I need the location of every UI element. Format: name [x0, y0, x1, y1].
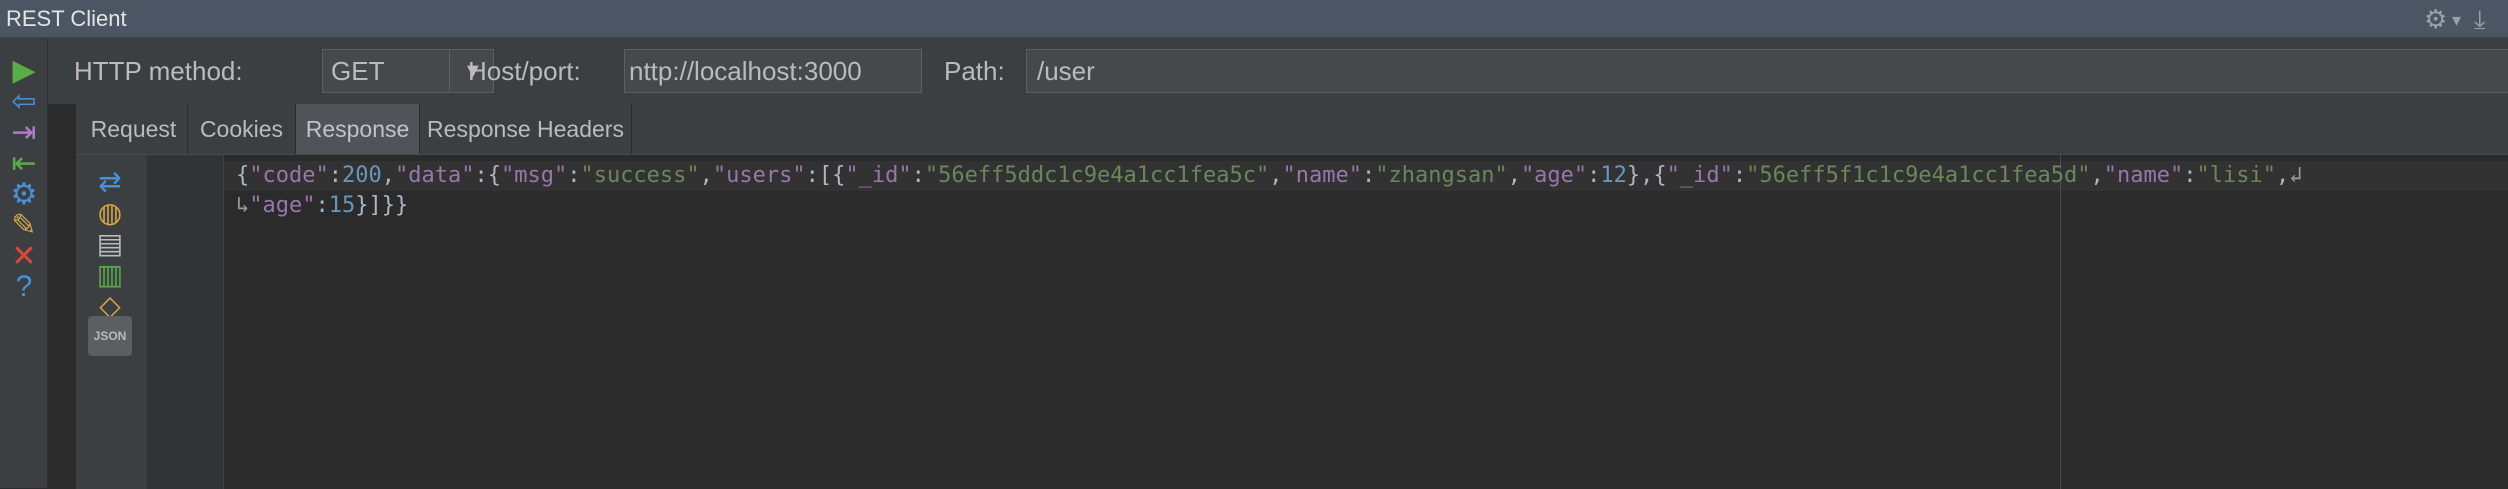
- gear-icon[interactable]: ⚙: [2424, 4, 2447, 35]
- json-token: ,: [1507, 163, 1521, 188]
- json-token: ,: [1269, 163, 1283, 188]
- json-token: ,: [2276, 163, 2290, 188]
- json-token: :: [1732, 163, 1747, 188]
- json-token: "code": [249, 163, 329, 188]
- json-token: "success": [580, 163, 700, 188]
- left-toolbar: ▶ ⇦ ⇥ ⇤ ⚙ ✎ ✕?: [0, 38, 48, 488]
- json-token: 15: [328, 193, 356, 218]
- json-token: 200: [341, 163, 382, 188]
- json-token: :[{: [805, 163, 846, 188]
- json-token: "56eff5ddc1c9e4a1cc1fea5c": [924, 163, 1270, 188]
- json-token: {: [236, 163, 250, 188]
- path-value: /user: [1037, 56, 1095, 86]
- json-token: :: [2183, 163, 2197, 188]
- tab-label: Response Headers: [427, 115, 624, 142]
- json-token: "age": [249, 193, 316, 218]
- json-token: "lisi": [2196, 163, 2276, 188]
- http-method-value: GET: [331, 56, 385, 86]
- json-token: ↳: [236, 193, 250, 218]
- response-body-editor[interactable]: {"code":200,"data":{"msg":"success","use…: [224, 155, 2508, 489]
- title-bar: REST Client ⚙ ▾ ⤓: [0, 0, 2508, 38]
- response-line-2: ↳"age":15}]}}: [236, 193, 408, 218]
- host-port-input[interactable]: nttp://localhost:3000: [624, 49, 922, 93]
- json-token: "zhangsan": [1375, 163, 1508, 188]
- right-margin-guide: [2060, 155, 2061, 489]
- tab-label: Request: [90, 115, 177, 142]
- host-port-label: Host/port:: [468, 56, 581, 86]
- json-token: 12: [1600, 163, 1627, 188]
- json-token: "age": [1520, 163, 1588, 188]
- window-title: REST Client: [6, 6, 127, 31]
- json-token: "_id": [845, 163, 912, 188]
- json-token: :: [1587, 163, 1601, 188]
- json-token: "name": [1282, 163, 1362, 188]
- json-token: :: [315, 193, 329, 218]
- json-token: },{: [1626, 163, 1667, 188]
- hide-icon[interactable]: ⤓: [2474, 4, 2486, 36]
- tab-label: Cookies: [199, 115, 284, 142]
- json-token: }]}}: [355, 193, 409, 218]
- host-port-value: nttp://localhost:3000: [629, 56, 862, 86]
- response-view-toolbar: ⇄ ◍ ▤ ▥ ◇ JSON: [76, 155, 148, 489]
- json-token: ,: [381, 163, 395, 188]
- response-line-1: {"code":200,"data":{"msg":"success","use…: [236, 163, 2303, 188]
- request-toolbar: HTTP method: GET ▼ Host/port: nttp://loc…: [48, 38, 2508, 104]
- tab-cookies[interactable]: Cookies: [188, 104, 296, 154]
- editor-gutter: [148, 155, 224, 489]
- json-token: "_id": [1666, 163, 1733, 188]
- path-input[interactable]: /user: [1026, 49, 2508, 93]
- tab-bar: Request Cookies Response Response Header…: [76, 104, 2508, 154]
- json-token: "msg": [500, 163, 568, 188]
- json-token: ,: [699, 163, 713, 188]
- json-token: "name": [2103, 163, 2184, 188]
- response-panel: ⇄ ◍ ▤ ▥ ◇ JSON {"code":200,"data":{"msg":"suc…: [76, 154, 2508, 489]
- path-label: Path:: [944, 56, 1005, 86]
- json-token: "data": [394, 163, 475, 188]
- json-token: :: [328, 163, 342, 188]
- tab-response-headers[interactable]: Response Headers: [420, 104, 632, 154]
- json-token: :: [1361, 163, 1376, 188]
- json-token: ↲: [2289, 163, 2303, 188]
- help-icon[interactable]: ?: [4, 267, 44, 307]
- json-token: "56eff5f1c1c9e4a1cc1fea5d": [1746, 163, 2091, 188]
- json-token: :{: [474, 163, 501, 188]
- chevron-down-icon[interactable]: ▾: [2452, 10, 2461, 31]
- json-token: :: [911, 163, 925, 188]
- json-token: ,: [2090, 163, 2104, 188]
- json-token: :: [567, 163, 581, 188]
- select-separator: [449, 50, 450, 92]
- tab-request[interactable]: Request: [80, 104, 188, 154]
- json-token: "users": [712, 163, 806, 188]
- json-view-icon[interactable]: JSON: [88, 316, 132, 356]
- http-method-label: HTTP method:: [74, 56, 243, 86]
- tab-response[interactable]: Response: [296, 104, 420, 154]
- tab-label: Response: [305, 115, 410, 142]
